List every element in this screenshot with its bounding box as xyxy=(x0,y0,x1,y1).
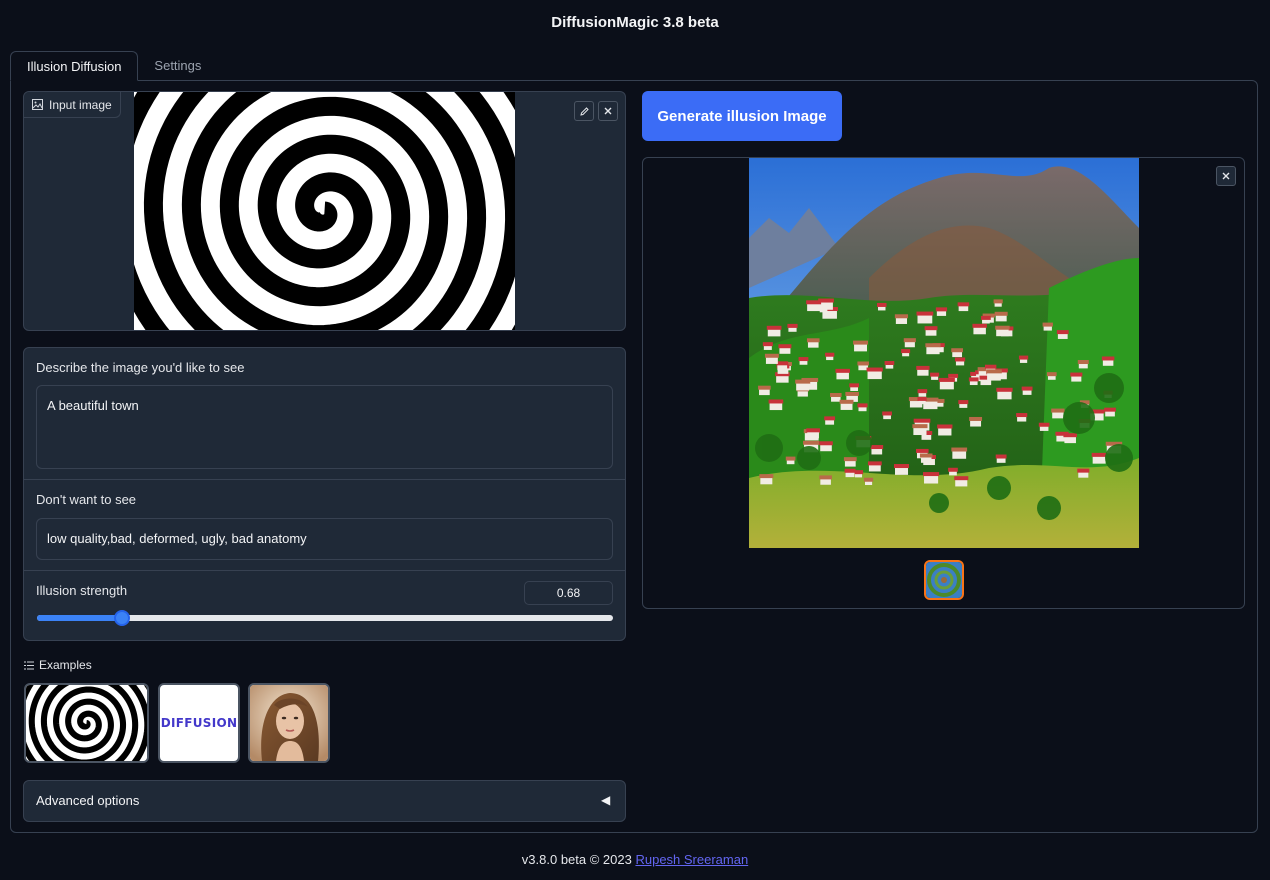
diffusion-logo-text: DIFFUSION xyxy=(160,716,238,730)
clear-output-button[interactable] xyxy=(1216,166,1236,186)
footer-text: v3.8.0 beta © 2023 xyxy=(521,852,636,867)
list-icon xyxy=(24,661,34,670)
examples-label-text: Examples xyxy=(39,658,92,672)
divider xyxy=(24,570,625,571)
illusion-strength-label: Illusion strength xyxy=(36,583,128,598)
tab-settings[interactable]: Settings xyxy=(138,51,217,81)
slider-fill xyxy=(37,615,122,621)
illusion-strength-slider[interactable] xyxy=(37,610,613,626)
image-icon xyxy=(32,99,43,110)
example-portrait[interactable] xyxy=(248,683,330,763)
prompt-form: Describe the image you'd like to see A b… xyxy=(23,347,626,641)
input-image-label-text: Input image xyxy=(49,97,112,112)
advanced-options-accordion[interactable]: Advanced options ◀ xyxy=(23,780,626,822)
examples-label: Examples xyxy=(24,658,92,672)
prompt-textarea[interactable]: A beautiful town xyxy=(36,385,613,469)
pencil-icon xyxy=(579,106,590,117)
divider xyxy=(24,479,625,480)
tab-bar: Illusion Diffusion Settings xyxy=(10,51,217,81)
tab-illusion-diffusion[interactable]: Illusion Diffusion xyxy=(10,51,139,81)
edit-image-button[interactable] xyxy=(574,101,594,121)
clear-input-image-button[interactable] xyxy=(598,101,618,121)
illusion-strength-number[interactable]: 0.68 xyxy=(524,581,613,605)
close-icon xyxy=(603,106,613,116)
input-image-block[interactable]: Input image xyxy=(23,91,626,331)
prompt-label: Describe the image you'd like to see xyxy=(36,360,245,375)
input-image-label: Input image xyxy=(24,92,121,118)
app-title: DiffusionMagic 3.8 beta xyxy=(551,14,719,31)
negative-prompt-input[interactable]: low quality,bad, deformed, ugly, bad ana… xyxy=(36,518,613,560)
slider-thumb[interactable] xyxy=(113,610,130,626)
input-spiral-image xyxy=(134,92,515,330)
generate-illusion-button[interactable]: Generate illusion Image xyxy=(642,91,842,141)
output-image[interactable] xyxy=(749,158,1139,548)
author-link[interactable]: Rupesh Sreeraman xyxy=(635,852,748,867)
collapse-arrow-icon: ◀ xyxy=(601,793,611,807)
example-diffusion-text[interactable]: DIFFUSION xyxy=(158,683,240,763)
negative-prompt-label: Don't want to see xyxy=(36,492,137,507)
close-icon xyxy=(1221,171,1231,181)
advanced-options-label: Advanced options xyxy=(36,793,140,808)
output-gallery xyxy=(642,157,1245,609)
example-spiral[interactable] xyxy=(24,683,149,763)
gallery-thumbnail[interactable] xyxy=(924,560,964,600)
footer: v3.8.0 beta © 2023 Rupesh Sreeraman xyxy=(0,852,1270,867)
